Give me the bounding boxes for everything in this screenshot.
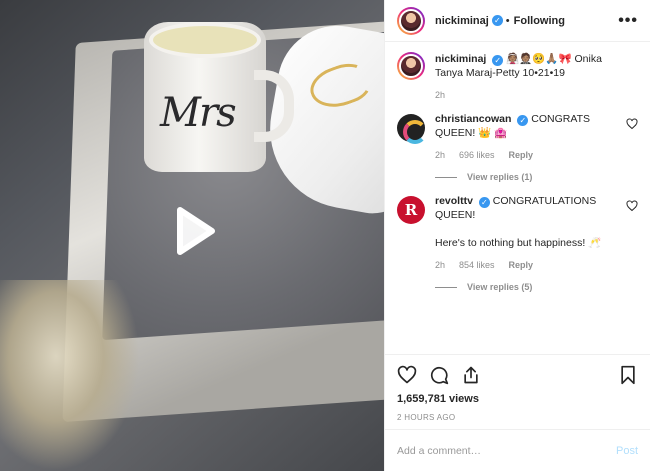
- comment-icon[interactable]: [429, 365, 449, 385]
- comment-username[interactable]: christiancowan: [435, 113, 511, 125]
- comment-input[interactable]: [397, 444, 616, 457]
- gold-ornament: [0, 280, 140, 471]
- following-button[interactable]: Following: [514, 15, 565, 27]
- share-icon[interactable]: [461, 365, 481, 385]
- comment-age: 2h: [435, 150, 446, 160]
- caption-username[interactable]: nickiminaj: [435, 53, 486, 65]
- view-replies-button[interactable]: View replies (5): [435, 280, 616, 294]
- post-comment-button[interactable]: Post: [616, 445, 638, 457]
- action-bar: 1,659,781 views 2 HOURS AGO: [385, 354, 650, 422]
- commenter-avatar[interactable]: R: [397, 196, 425, 224]
- commenter-avatar[interactable]: [397, 114, 427, 144]
- comments-list[interactable]: nickiminaj ✓ 👰🏽🤵🏽🥺🙏🏽🎀 Onika Tanya Maraj-…: [385, 52, 650, 352]
- comment-text-extra: Here's to nothing but happiness! 🥂: [435, 237, 602, 249]
- post-header: nickiminaj ✓ • Following •••: [385, 0, 650, 42]
- comment-body: christiancowan ✓ CONGRATS QUEEN! 👑 🏩 2h …: [435, 112, 638, 184]
- mug-text: Mrs: [160, 90, 237, 136]
- caption-age: 2h: [435, 90, 446, 100]
- bookmark-icon[interactable]: [618, 365, 638, 385]
- caption-body: nickiminaj ✓ 👰🏽🤵🏽🥺🙏🏽🎀 Onika Tanya Maraj-…: [435, 52, 638, 102]
- comment-body: revolttv ✓ CONGRATULATIONS QUEEN! Here's…: [435, 194, 638, 294]
- verified-badge-icon: ✓: [492, 55, 504, 66]
- view-count[interactable]: 1,659,781 views: [397, 393, 638, 405]
- reply-button[interactable]: Reply: [509, 258, 534, 272]
- add-comment-bar: Post: [385, 429, 650, 471]
- comment-item: R revolttv ✓ CONGRATULATIONS QUEEN! Here…: [397, 194, 638, 294]
- comment-like-heart-icon[interactable]: [626, 200, 638, 212]
- comment-item: christiancowan ✓ CONGRATS QUEEN! 👑 🏩 2h …: [397, 112, 638, 184]
- comment-likes[interactable]: 696 likes: [459, 148, 495, 162]
- heart-icon[interactable]: [397, 365, 417, 385]
- caption-avatar[interactable]: [397, 52, 425, 80]
- comment-like-heart-icon[interactable]: [626, 118, 638, 130]
- view-replies-label: View replies (5): [467, 282, 533, 292]
- verified-badge-icon: ✓: [517, 115, 529, 126]
- comment-age: 2h: [435, 260, 446, 270]
- more-options-icon[interactable]: •••: [618, 12, 638, 30]
- verified-badge-icon: ✓: [491, 15, 503, 26]
- view-replies-button[interactable]: View replies (1): [435, 170, 616, 184]
- post-timestamp: 2 HOURS AGO: [397, 413, 456, 422]
- comment-likes[interactable]: 854 likes: [459, 258, 495, 272]
- view-replies-label: View replies (1): [467, 172, 533, 182]
- post: Mrs nickiminaj ✓ • Following ••• nickimi…: [0, 0, 650, 471]
- avatar[interactable]: [397, 6, 425, 35]
- header-username[interactable]: nickiminaj: [435, 15, 489, 27]
- separator-dot: •: [505, 14, 510, 27]
- comment-username[interactable]: revolttv: [435, 195, 473, 207]
- reply-button[interactable]: Reply: [509, 148, 534, 162]
- verified-badge-icon: ✓: [478, 197, 490, 208]
- video-player[interactable]: Mrs: [0, 0, 384, 471]
- caption: nickiminaj ✓ 👰🏽🤵🏽🥺🙏🏽🎀 Onika Tanya Maraj-…: [397, 52, 638, 102]
- play-icon[interactable]: [166, 204, 220, 258]
- post-sidebar: nickiminaj ✓ • Following ••• nickiminaj …: [384, 0, 650, 471]
- mug-rim: [149, 22, 261, 58]
